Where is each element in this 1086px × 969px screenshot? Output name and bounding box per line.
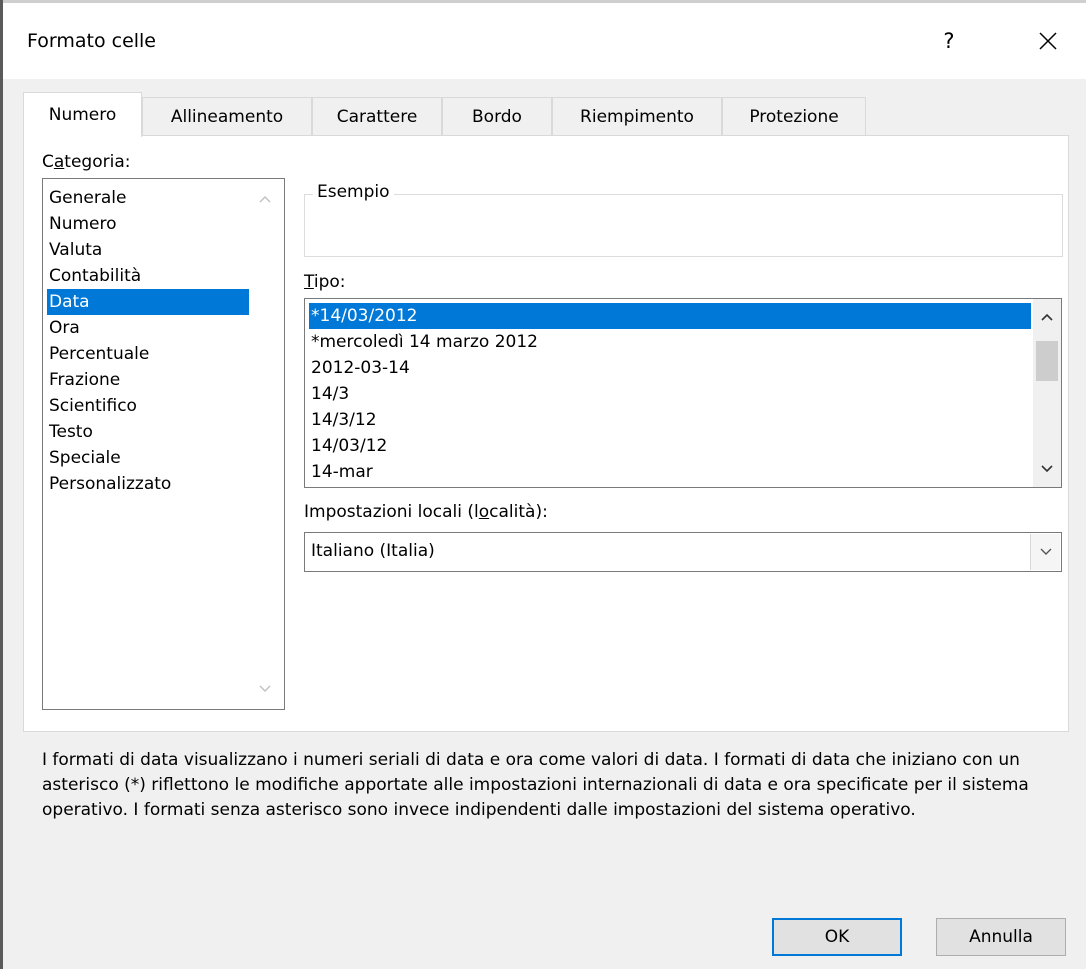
type-label: Tipo: [304,272,346,292]
type-item[interactable]: 2012-03-14 [309,355,1031,381]
category-item-testo[interactable]: Testo [47,419,249,445]
locale-dropdown[interactable]: Italiano (Italia) [304,532,1062,572]
locale-dropdown-button[interactable] [1030,534,1060,570]
help-icon: ? [943,29,955,53]
format-cells-dialog: Formato celle ? Numero Allineamento Cara… [3,3,1086,969]
category-item-data[interactable]: Data [47,289,249,315]
chevron-down-icon [259,685,271,692]
type-listbox[interactable]: *14/03/2012 *mercoledì 14 marzo 2012 201… [304,298,1062,488]
category-item-ora[interactable]: Ora [47,315,249,341]
tab-protezione[interactable]: Protezione [722,97,866,136]
tab-label: Riempimento [580,107,694,127]
help-button[interactable]: ? [929,19,969,63]
type-scroll-up-button[interactable] [1037,307,1057,327]
close-button[interactable] [1023,19,1073,63]
category-item-scientifico[interactable]: Scientifico [47,393,249,419]
tab-bordo[interactable]: Bordo [442,97,552,136]
tab-carattere[interactable]: Carattere [312,97,442,136]
tab-numero[interactable]: Numero [23,92,142,137]
category-item-numero[interactable]: Numero [47,211,249,237]
cancel-button[interactable]: Annulla [936,918,1066,956]
type-scrollbar[interactable] [1033,299,1061,487]
category-scroll-up-button[interactable] [255,189,275,209]
sample-label: Esempio [313,182,394,202]
type-item[interactable]: 14-mar [309,459,1031,485]
dialog-title: Formato celle [27,30,157,52]
format-description: I formati di data visualizzano i numeri … [42,750,1029,820]
category-scroll-down-button[interactable] [255,679,275,699]
category-listbox[interactable]: Generale Numero Valuta Contabilità Data … [42,178,285,710]
ok-button[interactable]: OK [772,918,902,956]
tab-label: Numero [48,105,117,125]
tab-allineamento[interactable]: Allineamento [142,97,312,136]
chevron-up-icon [1041,313,1053,321]
type-item[interactable]: 14/3 [309,381,1031,407]
chevron-down-icon [1041,465,1053,473]
sample-groupbox: Esempio [304,182,1063,257]
category-item-personalizzato[interactable]: Personalizzato [47,471,249,497]
tab-panel-numero: Categoria: Generale Numero Valuta Contab… [23,135,1069,820]
type-item[interactable]: 14/3/12 [309,407,1031,433]
chevron-up-icon [259,196,271,203]
type-item[interactable]: *mercoledì 14 marzo 2012 [309,329,1031,355]
tab-label: Allineamento [170,107,284,127]
type-item[interactable]: 14/03/12 [309,433,1031,459]
category-item-generale[interactable]: Generale [47,185,249,211]
category-label: Categoria: [42,152,131,172]
tab-strip: Numero Allineamento Carattere Bordo Riem… [23,92,883,137]
tab-riempimento[interactable]: Riempimento [552,97,722,136]
locale-value: Italiano (Italia) [311,541,435,561]
close-icon [1039,32,1057,50]
tab-label: Carattere [336,107,418,127]
chevron-down-icon [1040,548,1051,555]
type-item[interactable]: *14/03/2012 [309,303,1031,329]
tab-label: Protezione [749,107,839,127]
category-item-percentuale[interactable]: Percentuale [47,341,249,367]
tab-label: Bordo [472,107,522,127]
category-item-frazione[interactable]: Frazione [47,367,249,393]
type-scroll-thumb[interactable] [1036,341,1058,381]
category-item-contabilita[interactable]: Contabilità [47,263,249,289]
category-item-speciale[interactable]: Speciale [47,445,249,471]
title-bar: Formato celle ? [3,3,1086,79]
type-scroll-down-button[interactable] [1037,459,1057,479]
locale-label: Impostazioni locali (località): [304,502,548,522]
category-item-valuta[interactable]: Valuta [47,237,249,263]
